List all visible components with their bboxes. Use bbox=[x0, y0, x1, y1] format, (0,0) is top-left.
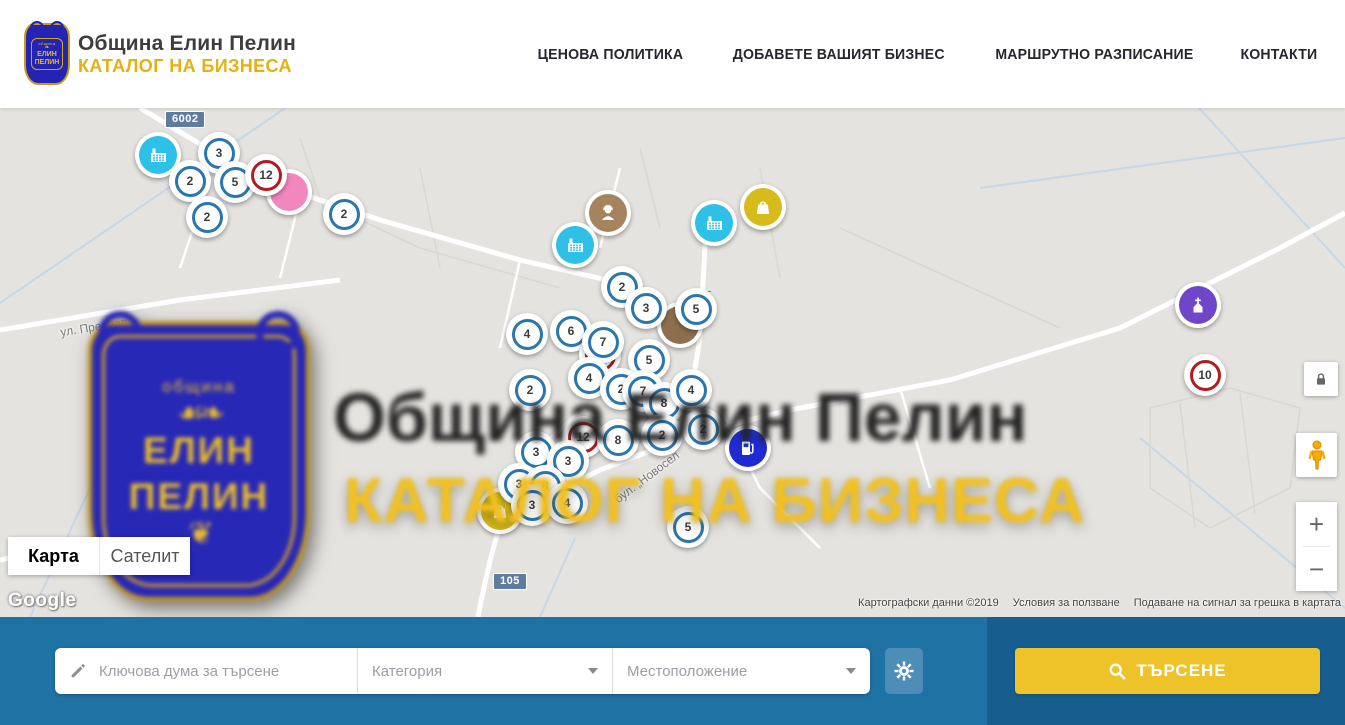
logo-name-line2: ПЕЛИН bbox=[35, 59, 60, 67]
site-header: община ❧ ЕЛИН ПЕЛИН Община Елин Пелин КА… bbox=[0, 0, 1345, 108]
zoom-in-button[interactable]: + bbox=[1296, 502, 1337, 546]
zoom-control: + − bbox=[1296, 502, 1337, 591]
main-nav: ЦЕНОВА ПОЛИТИКА ДОБАВЕТЕ ВАШИЯТ БИЗНЕС МАР… bbox=[533, 46, 1320, 63]
marker-cluster[interactable]: 2 bbox=[186, 196, 228, 238]
map-pin-factory[interactable] bbox=[691, 200, 737, 246]
pencil-icon bbox=[69, 662, 87, 680]
marker-cluster[interactable]: 3 bbox=[625, 287, 667, 329]
lock-icon bbox=[1313, 371, 1329, 387]
cluster-count: 2 bbox=[329, 199, 360, 230]
gear-icon bbox=[894, 661, 914, 681]
cluster-count: 4 bbox=[512, 319, 543, 350]
keyword-input[interactable] bbox=[99, 663, 343, 680]
map-type-satellite-button[interactable]: Сателит bbox=[99, 537, 190, 575]
factory-icon bbox=[695, 204, 733, 242]
nav-item-добавете-вашият-бизнес[interactable]: ДОБАВЕТЕ ВАШИЯТ БИЗНЕС bbox=[733, 46, 945, 63]
church-icon bbox=[1179, 286, 1217, 324]
bag-icon bbox=[744, 188, 782, 226]
nav-item-маршрутно-разписание[interactable]: МАРШРУТНО РАЗПИСАНИЕ bbox=[996, 46, 1194, 63]
cluster-count: 12 bbox=[251, 160, 282, 191]
marker-cluster[interactable]: 2 bbox=[323, 193, 365, 235]
map-type-map-button[interactable]: Карта bbox=[8, 537, 99, 575]
category-value[interactable]: Категория bbox=[372, 663, 580, 680]
google-map[interactable]: ул. Преславбул. „Новоселци6002105 325122… bbox=[0, 108, 1345, 617]
marker-cluster[interactable]: 4 bbox=[506, 313, 548, 355]
chevron-down-icon bbox=[588, 668, 598, 674]
cluster-count: 2 bbox=[175, 166, 206, 197]
nav-item-ценова-политика[interactable]: ЦЕНОВА ПОЛИТИКА bbox=[538, 46, 684, 63]
site-title: Община Елин Пелин bbox=[78, 32, 296, 56]
search-button-label: ТЪРСЕНЕ bbox=[1136, 661, 1226, 681]
map-pin-church[interactable] bbox=[1175, 282, 1221, 328]
lock-button[interactable] bbox=[1304, 362, 1338, 396]
search-icon bbox=[1108, 662, 1126, 680]
cluster-count: 7 bbox=[588, 327, 619, 358]
location-dropdown[interactable]: Местоположение bbox=[612, 648, 870, 694]
map-attribution: Картографски данни ©2019 Условия за ползв… bbox=[858, 597, 1341, 609]
factory-icon bbox=[556, 226, 594, 264]
keyword-field[interactable] bbox=[55, 648, 357, 694]
site-subtitle: КАТАЛОГ НА БИЗНЕСА bbox=[78, 56, 296, 77]
search-bar: Категория Местоположение bbox=[0, 617, 1345, 725]
marker-cluster[interactable]: 12 bbox=[245, 154, 287, 196]
nav-item-контакти[interactable]: КОНТАКТИ bbox=[1241, 46, 1318, 63]
attribution-text: Картографски данни ©2019 bbox=[858, 597, 999, 609]
marker-cluster[interactable]: 5 bbox=[675, 288, 717, 330]
attribution-link[interactable]: Подаване на сигнал за грешка в картата bbox=[1134, 597, 1341, 609]
pegman-button[interactable] bbox=[1296, 433, 1337, 477]
map-type-control: Карта Сателит bbox=[8, 537, 190, 575]
google-logo[interactable]: Google bbox=[8, 590, 76, 612]
municipality-logo: община ❧ ЕЛИН ПЕЛИН bbox=[24, 23, 70, 85]
watermark-title: Община Елин Пелин bbox=[333, 378, 1200, 457]
cluster-count: 2 bbox=[192, 202, 223, 233]
cluster-count: 3 bbox=[631, 293, 662, 324]
worker-icon bbox=[589, 194, 627, 232]
zoom-out-button[interactable]: − bbox=[1296, 547, 1337, 591]
page: ул. Преславбул. „Новоселци6002105 325122… bbox=[0, 0, 1345, 725]
map-pin-bag[interactable] bbox=[740, 184, 786, 230]
road-badge: 6002 bbox=[165, 111, 205, 128]
search-button[interactable]: ТЪРСЕНЕ bbox=[1015, 648, 1320, 694]
pegman-icon bbox=[1306, 440, 1328, 470]
advanced-settings-button[interactable] bbox=[885, 648, 923, 694]
road-badge: 105 bbox=[493, 573, 527, 590]
search-fields: Категория Местоположение bbox=[55, 648, 870, 694]
category-dropdown[interactable]: Категория bbox=[357, 648, 612, 694]
cluster-count: 5 bbox=[681, 294, 712, 325]
map-pin-factory[interactable] bbox=[552, 222, 598, 268]
brand[interactable]: община ❧ ЕЛИН ПЕЛИН Община Елин Пелин КА… bbox=[24, 23, 296, 85]
logo-name-line1: ЕЛИН bbox=[35, 51, 60, 59]
factory-icon bbox=[139, 136, 177, 174]
chevron-down-icon bbox=[846, 668, 856, 674]
attribution-link[interactable]: Условия за ползване bbox=[1013, 597, 1120, 609]
location-value[interactable]: Местоположение bbox=[627, 663, 838, 680]
watermark-subtitle: КАТАЛОГ НА БИЗНЕСА bbox=[344, 465, 1214, 537]
